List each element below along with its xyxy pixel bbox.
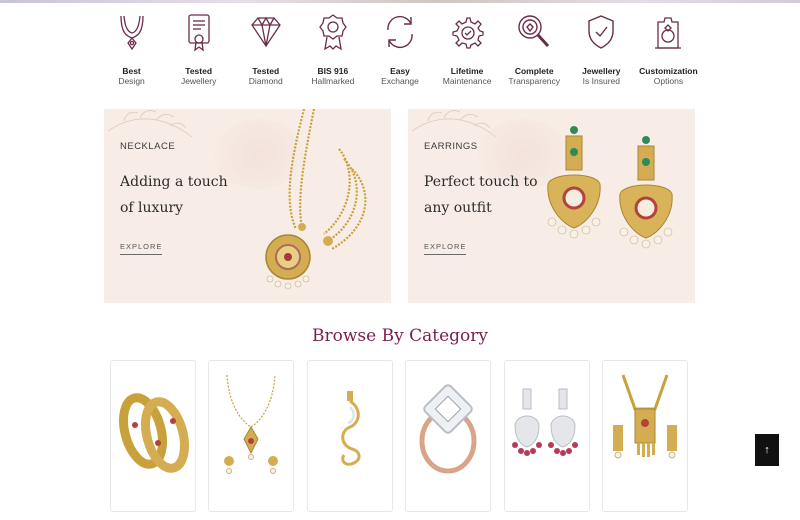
feature-complete-transparency: Complete Transparency (501, 10, 568, 90)
feature-subtitle: Design (118, 76, 145, 86)
feature-best-design: Best Design (98, 10, 165, 90)
bangles-image (119, 393, 189, 473)
feature-subtitle: Is Insured (582, 76, 620, 86)
banner-kicker: NECKLACE (120, 141, 176, 152)
pendant-image (341, 391, 361, 466)
earrings-category-image (511, 388, 578, 456)
feature-title: Lifetime (450, 66, 484, 76)
feature-title: Complete (514, 66, 554, 76)
feature-bis-hallmarked: BIS 916 Hallmarked (299, 10, 366, 90)
necklace-icon (110, 10, 154, 54)
pendant-set-image (224, 374, 279, 474)
explore-link[interactable]: EXPLORE (120, 242, 163, 255)
feature-title: Tested (252, 66, 280, 76)
explore-link[interactable]: EXPLORE (424, 242, 467, 255)
feature-title: Tested (185, 66, 213, 76)
earrings-banner[interactable]: EARRINGS Perfect touch to any outfit EXP… (408, 109, 695, 303)
category-card-bangles[interactable] (110, 360, 196, 512)
exchange-arrows-icon (378, 10, 422, 54)
feature-title: Easy (390, 66, 410, 76)
feature-title: BIS 916 (317, 66, 349, 76)
category-card-diamond-ring[interactable] (405, 360, 492, 512)
feature-lifetime-maintenance: Lifetime Maintenance (434, 10, 501, 90)
feature-tested-diamond: Tested Diamond (232, 10, 299, 90)
feature-subtitle: Exchange (381, 76, 419, 86)
category-card-pendant-set[interactable] (208, 360, 295, 512)
category-card-pendant[interactable] (306, 360, 393, 512)
scroll-to-top-button[interactable]: ↑ (755, 434, 779, 466)
feature-subtitle: Options (653, 76, 684, 86)
feature-subtitle: Diamond (248, 76, 283, 86)
diamond-ring-image (419, 384, 477, 474)
feature-tested-jewellery: Tested Jewellery (165, 10, 232, 90)
feature-title: Jewellery (582, 66, 621, 76)
features-strip: Best Design Tested Jewellery Tested Diam… (98, 10, 702, 90)
top-strip (0, 0, 800, 3)
necklace-set-image (612, 374, 677, 459)
customization-ring-icon (646, 10, 690, 54)
feature-jewellery-insured: Jewellery Is Insured (568, 10, 635, 90)
banner-headline: Adding a touch of luxury (120, 174, 228, 216)
feature-title: Best (122, 66, 141, 76)
section-title: Browse By Category (312, 326, 488, 346)
necklace-banner[interactable]: NECKLACE Adding a touch of luxury EXPLOR… (104, 109, 391, 303)
necklace-image (265, 109, 367, 290)
feature-customization-options: Customization Options (635, 10, 702, 90)
feature-subtitle: Transparency (508, 76, 561, 86)
feature-subtitle: Hallmarked (311, 76, 355, 86)
earrings-image (547, 126, 673, 249)
feature-subtitle: Maintenance (442, 76, 492, 86)
shield-check-icon (579, 10, 623, 54)
feature-subtitle: Jewellery (180, 76, 217, 86)
banner-kicker: EARRINGS (424, 141, 478, 152)
maintenance-gear-icon (445, 10, 489, 54)
diamond-icon (244, 10, 288, 54)
category-card-necklace-set[interactable] (601, 360, 688, 512)
certificate-icon (177, 10, 221, 54)
magnifier-icon (512, 10, 556, 54)
feature-title: Customization (639, 66, 698, 76)
category-card-earrings[interactable] (503, 360, 590, 512)
category-list (110, 360, 688, 520)
hallmark-badge-icon (311, 10, 355, 54)
banner-headline: Perfect touch to any outfit (424, 174, 538, 216)
feature-easy-exchange: Easy Exchange (366, 10, 433, 90)
